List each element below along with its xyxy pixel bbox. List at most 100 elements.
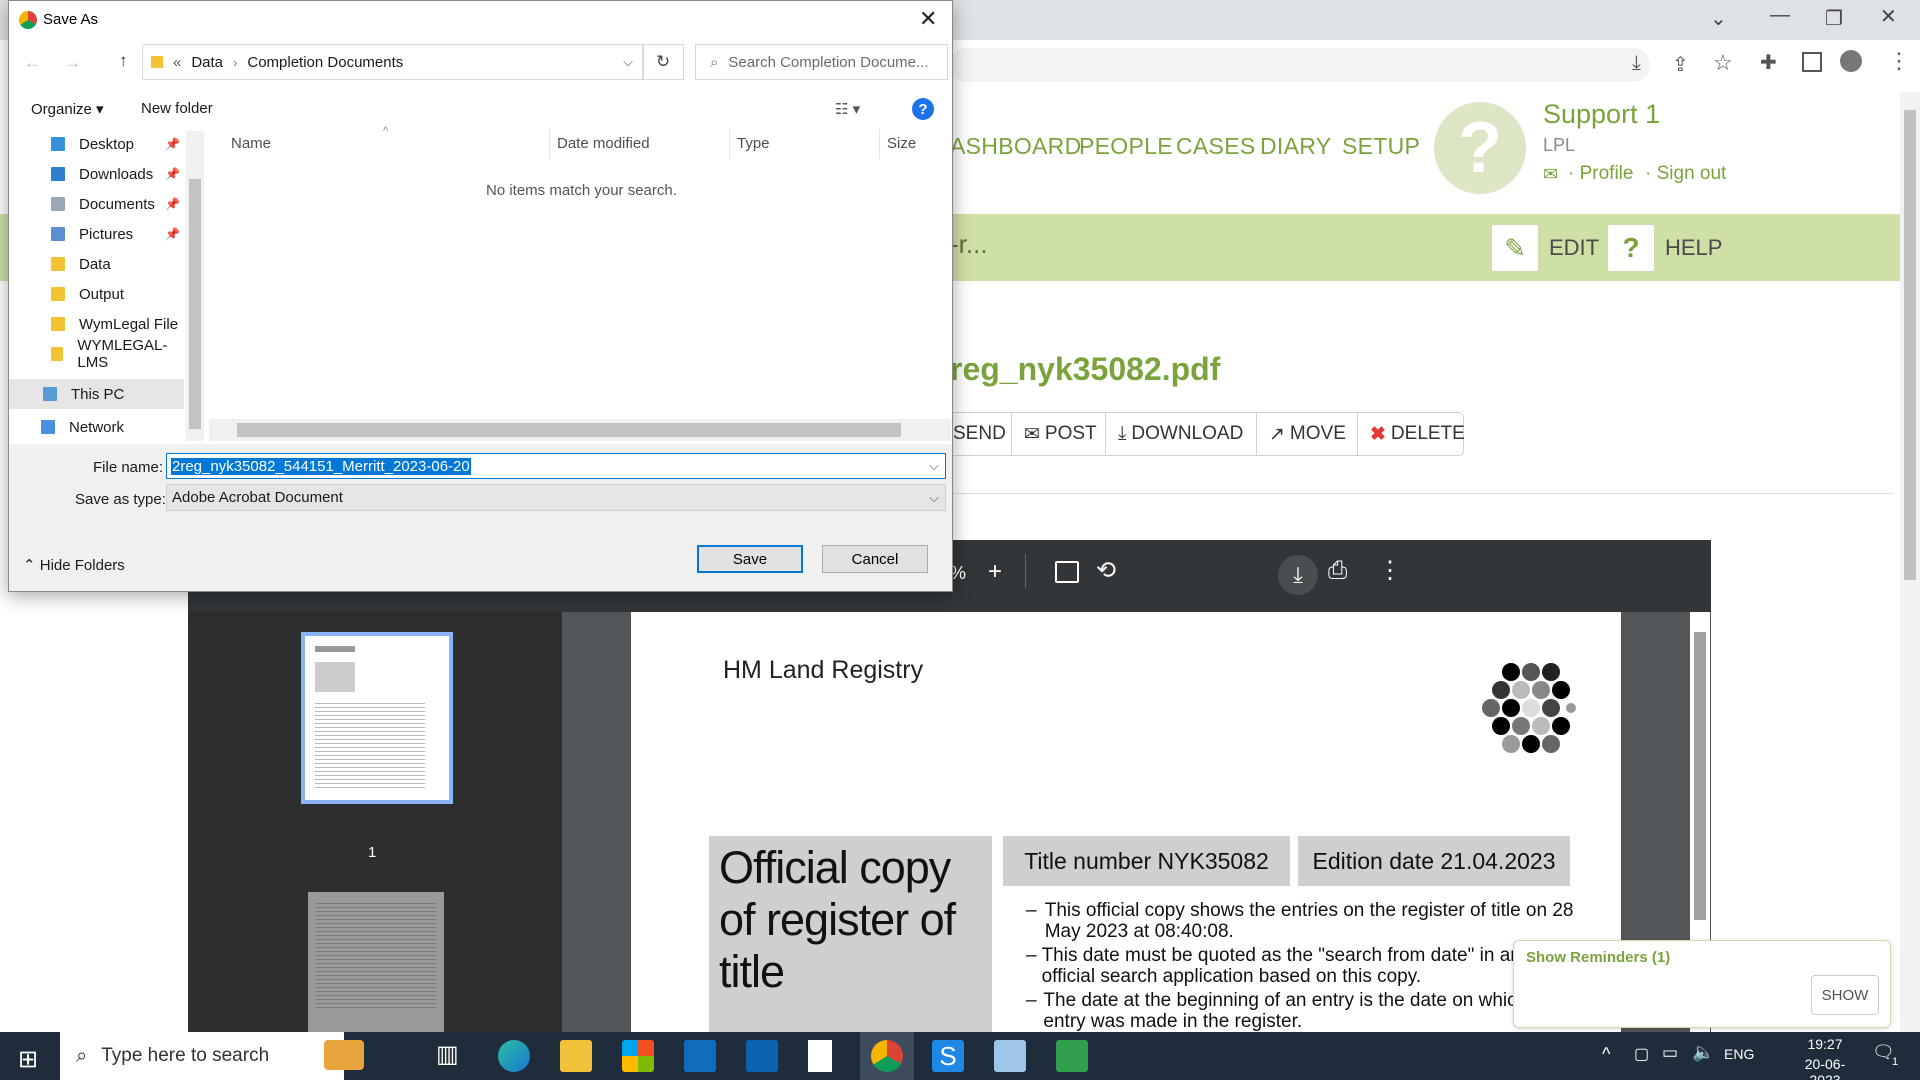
search-placeholder[interactable]: Search Completion Docume... xyxy=(728,54,928,71)
nav-data[interactable]: Data xyxy=(9,249,184,279)
save-type-value[interactable]: Adobe Acrobat Document xyxy=(172,489,343,506)
download-button[interactable]: ⤓ DOWNLOAD xyxy=(1105,412,1257,456)
tab-search-icon[interactable]: ⌄ xyxy=(1710,6,1727,31)
file-name-input[interactable]: 2reg_nyk35082_544151_Merritt_2023-06-20 … xyxy=(166,453,946,479)
fit-page-icon[interactable] xyxy=(1055,561,1079,583)
profile-avatar-icon[interactable] xyxy=(1840,50,1862,72)
thumbnail-page-2[interactable] xyxy=(308,892,444,1032)
hide-folders-toggle[interactable]: ⌃ Hide Folders xyxy=(23,556,125,574)
mail-icon[interactable] xyxy=(684,1040,716,1072)
taskbar-search-placeholder[interactable]: Type here to search xyxy=(101,1045,269,1067)
search-box[interactable]: ⌕ Search Completion Docume... xyxy=(695,44,948,80)
pdf-scrollbar-thumb[interactable] xyxy=(1694,632,1706,920)
breadcrumb-overflow[interactable]: « xyxy=(173,54,181,71)
store-icon[interactable] xyxy=(622,1040,654,1072)
tray-chevron-icon[interactable]: ^ xyxy=(1602,1044,1610,1065)
extensions-icon[interactable]: ✚ xyxy=(1760,50,1777,75)
nav-pictures[interactable]: Pictures 📌 xyxy=(9,219,184,249)
breadcrumb-completion-documents[interactable]: Completion Documents xyxy=(247,54,403,71)
install-icon[interactable]: ⤓ xyxy=(1632,52,1641,75)
pdf-more-icon[interactable]: ⋮ xyxy=(1378,556,1402,585)
column-type[interactable]: Type xyxy=(737,135,770,152)
signout-link[interactable]: · Sign out xyxy=(1645,163,1726,185)
breadcrumb-data[interactable]: Data xyxy=(191,54,223,71)
clock[interactable]: 19:27 20-06-2023 xyxy=(1790,1036,1860,1088)
delete-button[interactable]: ✖ DELETE xyxy=(1357,412,1465,456)
dialog-close-icon[interactable]: ✕ xyxy=(919,6,937,32)
nav-cases[interactable]: CASES xyxy=(1176,133,1255,160)
back-arrow-icon[interactable]: ← xyxy=(24,53,41,73)
up-arrow-icon[interactable]: ↑ xyxy=(119,51,128,71)
nav-this-pc[interactable]: This PC xyxy=(9,379,184,409)
pdf-download-icon[interactable]: ⤓ xyxy=(1278,555,1318,595)
save-button[interactable]: Save xyxy=(697,545,803,573)
language-indicator[interactable]: ENG xyxy=(1724,1046,1754,1062)
minimize-icon[interactable]: — xyxy=(1770,4,1790,27)
nav-downloads[interactable]: Downloads 📌 xyxy=(9,159,184,189)
volume-icon[interactable]: 🔈 xyxy=(1692,1042,1714,1063)
move-button[interactable]: ↗ MOVE xyxy=(1256,412,1358,456)
side-panel-icon[interactable] xyxy=(1802,52,1822,72)
column-size[interactable]: Size xyxy=(887,135,916,152)
rotate-icon[interactable]: ⟲ xyxy=(1096,556,1116,585)
nav-wymlegal-lms[interactable]: WYMLEGAL-LMS xyxy=(9,337,184,371)
reminders-title[interactable]: Show Reminders (1) xyxy=(1526,949,1670,966)
forward-arrow-icon[interactable]: → xyxy=(64,53,81,73)
post-button[interactable]: ✉ POST xyxy=(1011,412,1106,456)
address-breadcrumb[interactable]: « Data › Completion Documents ⌵ xyxy=(142,44,644,80)
address-dropdown-icon[interactable]: ⌵ xyxy=(623,54,633,70)
edge-icon[interactable] xyxy=(498,1040,530,1072)
nav-documents[interactable]: Documents 📌 xyxy=(9,189,184,219)
help-circle-icon[interactable]: ? xyxy=(912,98,934,120)
share-icon[interactable]: ⇪ xyxy=(1672,52,1689,77)
tray-device-icon[interactable]: ▢ xyxy=(1634,1044,1649,1064)
save-type-dropdown-icon[interactable]: ⌵ xyxy=(929,490,939,506)
organize-menu[interactable]: Organize ▾ xyxy=(31,100,104,118)
nav-wymlegal-file[interactable]: WymLegal File xyxy=(9,309,184,339)
view-options-icon[interactable]: ☷ ▾ xyxy=(835,100,860,118)
column-name[interactable]: Name xyxy=(231,135,271,152)
show-reminders-button[interactable]: SHOW xyxy=(1811,975,1879,1015)
zoom-in-icon[interactable]: + xyxy=(988,558,1002,586)
document-app-icon[interactable] xyxy=(808,1040,832,1072)
column-date-modified[interactable]: Date modified xyxy=(557,135,650,152)
skype-icon[interactable]: S xyxy=(932,1040,964,1072)
thumbnail-page-1[interactable] xyxy=(301,632,453,804)
close-window-icon[interactable]: ✕ xyxy=(1880,4,1897,29)
taskbar-search[interactable]: ⌕ Type here to search xyxy=(60,1032,364,1080)
refresh-icon[interactable]: ↻ xyxy=(642,44,684,80)
help-button[interactable]: ? xyxy=(1607,224,1655,272)
file-name-value[interactable]: 2reg_nyk35082_544151_Merritt_2023-06-20 xyxy=(171,457,471,475)
start-icon[interactable]: ⊞ xyxy=(18,1045,38,1074)
new-folder-button[interactable]: New folder xyxy=(141,100,213,117)
mail-icon[interactable]: ✉ xyxy=(1543,164,1558,185)
nav-scrollbar[interactable] xyxy=(186,131,204,441)
nav-people[interactable]: PEOPLE xyxy=(1079,133,1173,160)
page-scrollbar[interactable] xyxy=(1900,92,1920,1032)
nav-scrollbar-thumb[interactable] xyxy=(189,179,201,429)
files-horizontal-scrollbar[interactable] xyxy=(209,419,951,441)
outlook-icon[interactable] xyxy=(746,1040,778,1072)
nav-diary[interactable]: DIARY xyxy=(1260,133,1331,160)
browser-menu-icon[interactable]: ⋮ xyxy=(1888,48,1910,74)
help-label[interactable]: HELP xyxy=(1665,235,1722,261)
chrome-taskbar-button[interactable] xyxy=(860,1032,914,1080)
edit-label[interactable]: EDIT xyxy=(1549,235,1599,261)
profile-link[interactable]: · Profile xyxy=(1568,163,1633,185)
address-bar[interactable] xyxy=(950,48,1650,82)
save-type-select[interactable]: Adobe Acrobat Document ⌵ xyxy=(166,484,946,511)
print-icon[interactable]: ⎙ xyxy=(1328,557,1347,585)
task-view-icon[interactable]: ▥ xyxy=(436,1040,468,1072)
file-name-dropdown-icon[interactable]: ⌵ xyxy=(929,458,939,474)
edit-button[interactable]: ✎ xyxy=(1491,224,1539,272)
notepad-icon[interactable] xyxy=(994,1040,1026,1072)
maximize-icon[interactable]: ❐ xyxy=(1825,6,1843,31)
nav-output[interactable]: Output xyxy=(9,279,184,309)
network-tray-icon[interactable]: ▭ xyxy=(1662,1043,1678,1063)
files-scrollbar-thumb[interactable] xyxy=(237,423,901,437)
nav-network[interactable]: Network xyxy=(9,412,184,441)
nav-desktop[interactable]: Desktop 📌 xyxy=(9,129,184,159)
cancel-button[interactable]: Cancel xyxy=(822,545,928,573)
nav-dashboard[interactable]: ASHBOARD xyxy=(950,133,1081,160)
bookmark-star-icon[interactable]: ☆ xyxy=(1713,50,1733,76)
